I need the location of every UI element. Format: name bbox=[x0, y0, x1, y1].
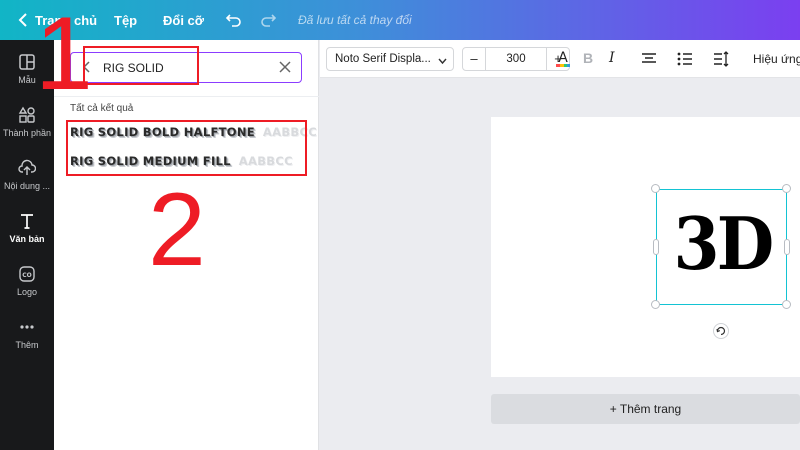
text-color-icon[interactable]: A bbox=[553, 49, 573, 69]
add-page-button[interactable]: + Thêm trang bbox=[491, 394, 800, 424]
rail-label: Văn bản bbox=[9, 234, 45, 244]
back-chevron-icon[interactable] bbox=[14, 10, 34, 30]
font-size-value[interactable]: 300 bbox=[485, 48, 547, 70]
text-icon bbox=[18, 212, 36, 230]
text-toolbar: Noto Serif Displa... – 300 + A B I Hiệu … bbox=[320, 40, 800, 78]
canvas-area: 3D + Thêm trang bbox=[320, 78, 800, 450]
upload-icon bbox=[18, 159, 37, 177]
elements-icon bbox=[18, 106, 36, 124]
rail-label: Thêm bbox=[15, 340, 39, 350]
line-spacing-icon[interactable] bbox=[711, 49, 731, 69]
svg-text:A: A bbox=[558, 50, 568, 66]
redo-icon[interactable] bbox=[259, 11, 277, 29]
rail-item-text[interactable]: Văn bản bbox=[0, 212, 54, 260]
rail-item-uploads[interactable]: Nội dung ... bbox=[0, 159, 54, 207]
selected-text-element[interactable]: 3D bbox=[656, 189, 787, 305]
font-family-value: Noto Serif Displa... bbox=[335, 53, 431, 65]
svg-text:CO: CO bbox=[22, 272, 32, 279]
side-resize-handle[interactable] bbox=[784, 239, 790, 255]
resize-handle[interactable] bbox=[651, 300, 660, 309]
annotation-number-2: 2 bbox=[148, 172, 206, 288]
canvas-text[interactable]: 3D bbox=[662, 201, 783, 286]
font-family-dropdown[interactable]: Noto Serif Displa... bbox=[326, 47, 454, 71]
resize-handle[interactable] bbox=[782, 184, 791, 193]
effects-button[interactable]: Hiệu ứng bbox=[753, 52, 800, 66]
file-menu[interactable]: Tệp bbox=[114, 13, 137, 28]
side-resize-handle[interactable] bbox=[653, 239, 659, 255]
chevron-down-icon bbox=[438, 56, 447, 65]
logo-icon: CO bbox=[18, 265, 36, 283]
bulleted-list-icon[interactable] bbox=[675, 49, 695, 69]
divider bbox=[54, 96, 319, 97]
resize-handle[interactable] bbox=[782, 300, 791, 309]
annotation-number-1: 1 bbox=[35, 0, 93, 112]
template-icon bbox=[18, 53, 36, 71]
design-page[interactable]: 3D bbox=[491, 117, 800, 377]
rotate-icon[interactable] bbox=[713, 323, 729, 339]
annotation-box-step-1 bbox=[83, 46, 199, 85]
rail-item-elements[interactable]: Thành phần bbox=[0, 106, 54, 154]
rail-item-more[interactable]: Thêm bbox=[0, 318, 54, 366]
rail-label: Thành phần bbox=[2, 128, 52, 138]
italic-button[interactable]: I bbox=[609, 50, 615, 66]
resize-handle[interactable] bbox=[651, 184, 660, 193]
close-icon[interactable] bbox=[278, 60, 292, 74]
resize-menu[interactable]: Đổi cỡ bbox=[163, 13, 204, 28]
annotation-box-step-2 bbox=[66, 120, 307, 176]
align-center-icon[interactable] bbox=[639, 49, 659, 69]
top-bar: Trang chủ Tệp Đổi cỡ Đã lưu tất cả thay … bbox=[0, 0, 800, 40]
undo-icon[interactable] bbox=[225, 11, 243, 29]
more-icon bbox=[18, 318, 36, 336]
rail-label: Logo bbox=[16, 287, 38, 297]
bold-button[interactable]: B bbox=[583, 50, 593, 66]
rail-label: Nội dung ... bbox=[3, 181, 51, 191]
rail-item-logo[interactable]: CO Logo bbox=[0, 265, 54, 313]
save-status: Đã lưu tất cả thay đổi bbox=[298, 13, 412, 27]
decrease-size-button[interactable]: – bbox=[463, 48, 485, 70]
